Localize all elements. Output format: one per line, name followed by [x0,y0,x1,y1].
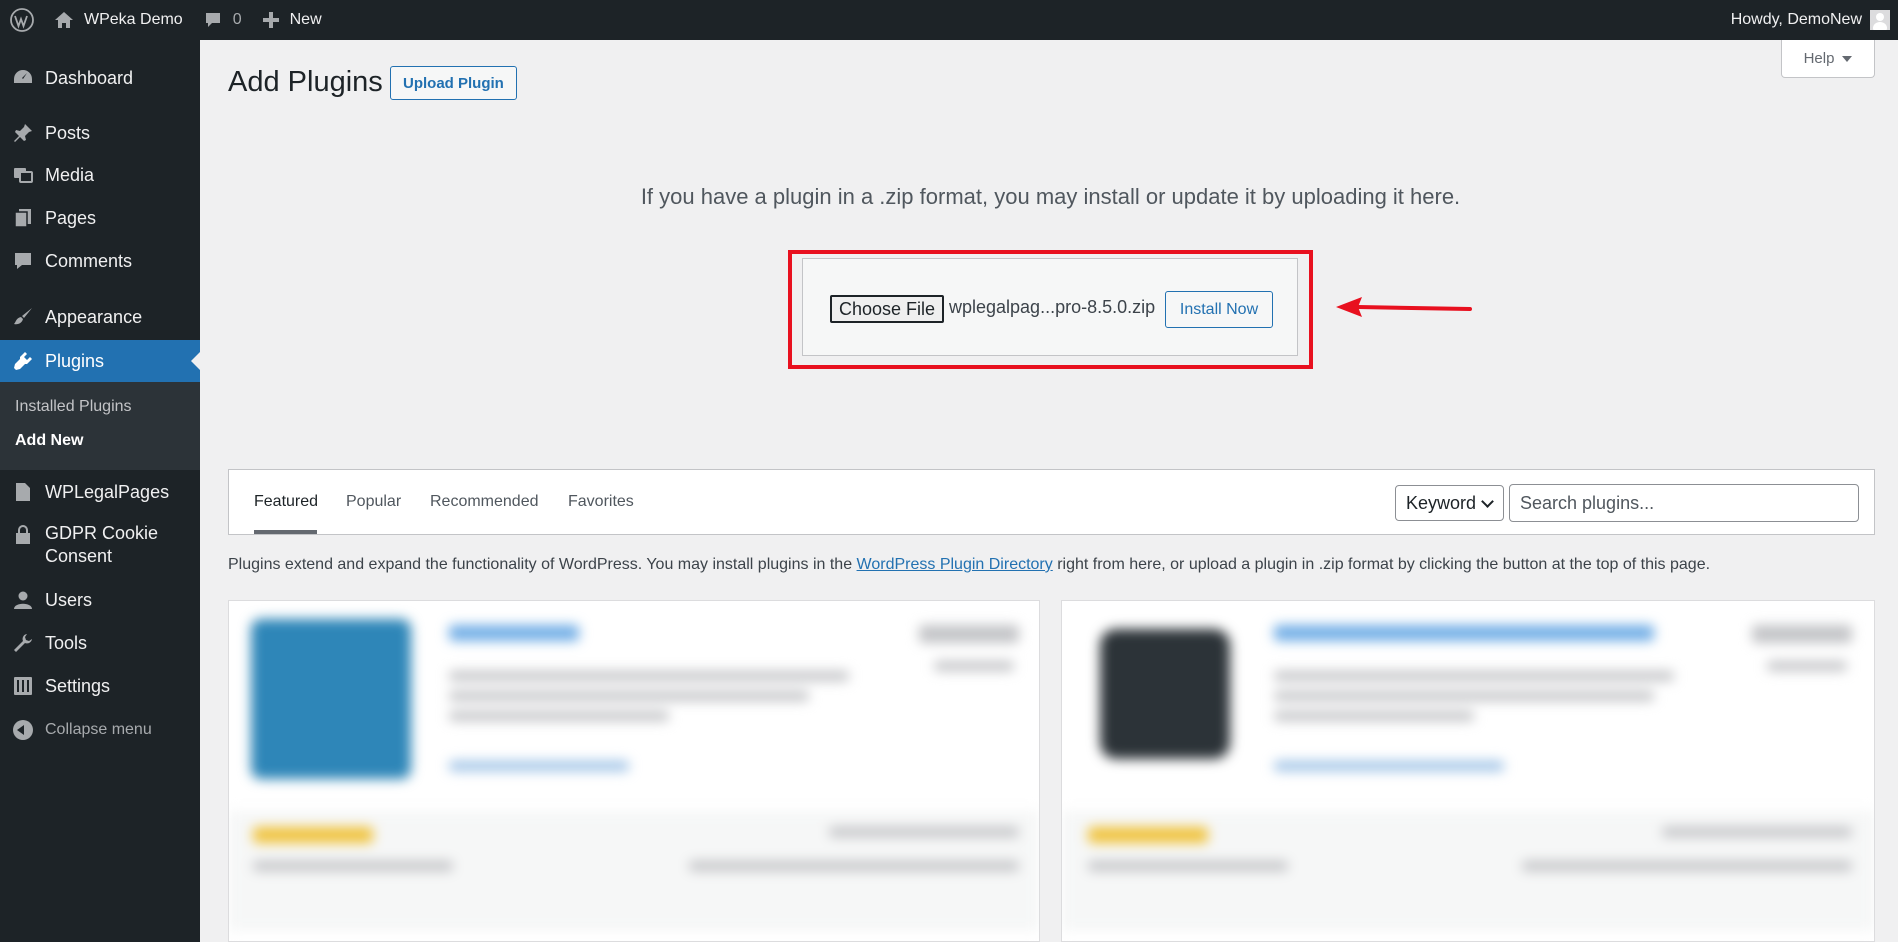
greeting: Howdy, DemoNew [1730,11,1862,28]
blurred-content [1062,601,1874,941]
sidebar-item-pages[interactable]: Pages [0,201,200,235]
plus-icon [262,12,279,28]
tab-featured[interactable]: Featured [254,493,318,511]
comments-link[interactable]: 0 [193,0,252,40]
collapse-menu-button[interactable]: Collapse menu [0,713,200,747]
media-icon [0,164,45,186]
upload-plugin-button[interactable]: Upload Plugin [390,66,517,100]
sidebar-item-comments[interactable]: Comments [0,244,200,278]
dashboard-icon [0,67,45,89]
search-plugins-input[interactable] [1509,484,1859,522]
brush-icon [0,306,45,328]
comments-count: 0 [232,11,242,28]
pin-icon [0,122,45,144]
account-menu[interactable]: Howdy, DemoNew [1721,0,1898,40]
wrench-icon [0,632,45,654]
tab-active-indicator [254,530,317,534]
arrow-icon [1336,297,1472,317]
new-label: New [289,11,322,28]
submenu-add-new[interactable]: Add New [15,432,83,450]
sidebar-item-plugins[interactable]: Plugins [0,340,200,382]
sidebar-item-gdpr-cookie-consent[interactable]: GDPR Cookie Consent [0,522,200,570]
blurred-content [229,601,1039,941]
avatar [1870,10,1890,30]
search-type-value: Keyword [1406,492,1477,513]
comment-icon [205,13,220,27]
chevron-down-icon [1481,495,1494,508]
user-icon [0,589,45,611]
caret-down-icon [1842,55,1853,62]
sidebar-item-tools[interactable]: Tools [0,626,200,660]
page-title: Add Plugins [228,66,383,98]
submenu-installed-plugins[interactable]: Installed Plugins [15,398,132,416]
sidebar-item-users[interactable]: Users [0,583,200,617]
sidebar-item-wplegalpages[interactable]: WPLegalPages [0,475,200,509]
settings-icon [0,675,45,697]
tab-recommended[interactable]: Recommended [430,493,539,511]
plugin-directory-link[interactable]: WordPress Plugin Directory [857,556,1053,573]
tab-popular[interactable]: Popular [346,493,401,511]
help-tab-button[interactable]: Help [1781,40,1875,78]
upload-description: If you have a plugin in a .zip format, y… [640,184,1461,209]
comment-icon [0,250,45,272]
collapse-icon [0,720,45,740]
tab-favorites[interactable]: Favorites [568,493,634,511]
pages-icon [0,207,45,229]
site-name-link[interactable]: WPeka Demo [44,0,193,40]
sidebar-item-posts[interactable]: Posts [0,116,200,150]
site-name: WPeka Demo [84,11,183,28]
help-label: Help [1803,50,1835,67]
plugin-icon [0,350,45,372]
lock-icon [0,522,45,546]
plugins-submenu: Installed Plugins Add New [0,382,200,470]
sidebar-item-dashboard[interactable]: Dashboard [0,61,200,95]
highlight-box [788,250,1313,369]
admin-sidebar: Dashboard Posts Media Pages Comments App… [0,40,200,942]
new-content-link[interactable]: New [252,0,332,40]
plugins-intro-text: Plugins extend and expand the functional… [228,556,1711,573]
wordpress-logo-icon[interactable] [0,0,44,40]
home-icon [55,12,73,28]
sidebar-item-media[interactable]: Media [0,158,200,192]
document-icon [0,481,45,503]
admin-bar: WPeka Demo 0 New Howdy, DemoNew [0,0,1898,40]
sidebar-item-appearance[interactable]: Appearance [0,300,200,334]
search-type-select[interactable]: Keyword [1395,485,1504,521]
plugin-card[interactable] [228,600,1040,942]
plugin-card[interactable] [1061,600,1875,942]
sidebar-item-settings[interactable]: Settings [0,669,200,703]
